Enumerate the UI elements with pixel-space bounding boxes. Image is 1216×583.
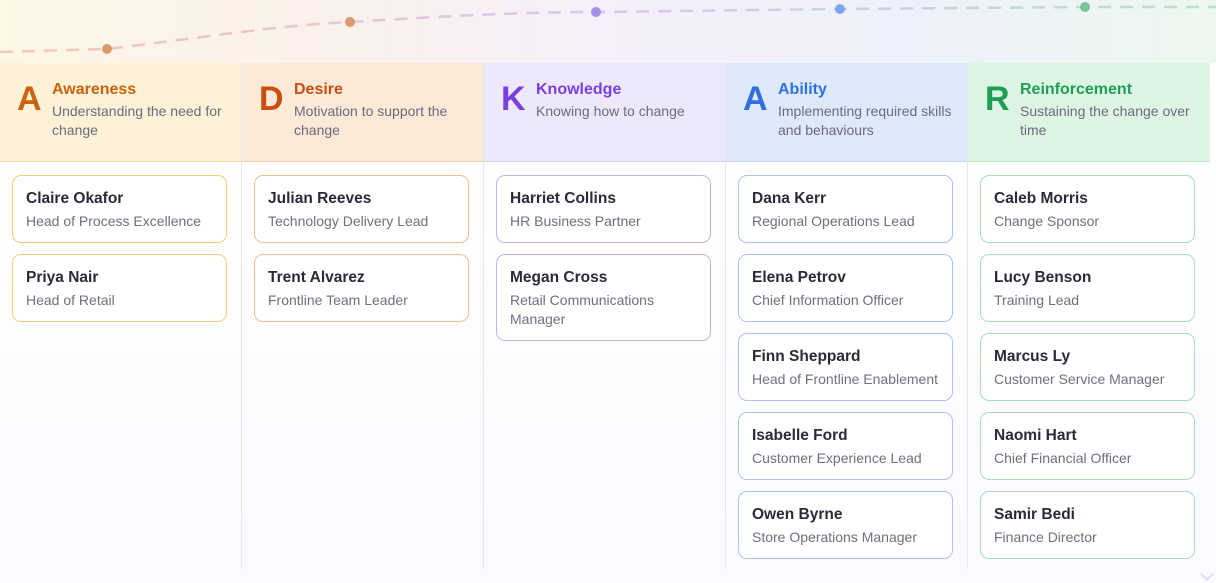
card-list: Julian Reeves Technology Delivery Lead Tre…: [242, 162, 483, 322]
card-list: Dana Kerr Regional Operations Lead Elena P…: [726, 162, 967, 559]
person-role: Technology Delivery Lead: [268, 213, 429, 229]
progress-dot: [102, 44, 112, 54]
card-list: Caleb Morris Change Sponsor Lucy Benson Tra…: [968, 162, 1210, 559]
person-role: Retail Communications Manager: [510, 292, 654, 327]
person-card[interactable]: Finn Sheppard Head of Frontline Enablemen…: [738, 333, 953, 401]
person-card[interactable]: Lucy Benson Training Lead: [980, 254, 1195, 322]
column-reinforcement: R Reinforcement Sustaining the change over…: [968, 63, 1210, 569]
card-list: Harriet Collins HR Business Partner Megan …: [484, 162, 725, 341]
person-name: Trent Alvarez: [268, 269, 365, 286]
column-title: Awareness: [52, 81, 137, 98]
person-name: Priya Nair: [26, 269, 99, 286]
person-role: HR Business Partner: [510, 213, 641, 229]
column-letter: K: [501, 80, 526, 118]
column-description: Implementing required skills and behavio…: [778, 103, 952, 138]
person-card[interactable]: Harriet Collins HR Business Partner: [496, 175, 711, 243]
person-role: Finance Director: [994, 529, 1097, 545]
person-name: Claire Okafor: [26, 190, 124, 207]
person-name: Finn Sheppard: [752, 348, 861, 365]
person-card[interactable]: Elena Petrov Chief Information Officer: [738, 254, 953, 322]
progress-dot: [835, 4, 845, 14]
person-card[interactable]: Priya Nair Head of Retail: [12, 254, 227, 322]
column-letter: R: [985, 80, 1010, 118]
column-meta: Knowledge Knowing how to change: [536, 80, 685, 121]
person-name: Megan Cross: [510, 269, 608, 286]
person-card[interactable]: Marcus Ly Customer Service Manager: [980, 333, 1195, 401]
person-role: Head of Frontline Enablement: [752, 371, 938, 387]
column-meta: Reinforcement Sustaining the change over …: [1020, 80, 1198, 140]
column-header-awareness: A Awareness Understanding the need for cha…: [0, 63, 241, 162]
person-name: Dana Kerr: [752, 190, 827, 207]
person-name: Elena Petrov: [752, 269, 846, 286]
column-header-desire: D Desire Motivation to support the change: [242, 63, 483, 162]
person-role: Customer Service Manager: [994, 371, 1165, 387]
person-role: Regional Operations Lead: [752, 213, 915, 229]
column-header-reinforcement: R Reinforcement Sustaining the change over…: [968, 63, 1210, 162]
person-role: Change Sponsor: [994, 213, 1100, 229]
person-name: Caleb Morris: [994, 190, 1088, 207]
person-card[interactable]: Trent Alvarez Frontline Team Leader: [254, 254, 469, 322]
person-card[interactable]: Samir Bedi Finance Director: [980, 491, 1195, 559]
person-card[interactable]: Owen Byrne Store Operations Manager: [738, 491, 953, 559]
column-description: Understanding the need for change: [52, 103, 222, 138]
column-letter: A: [17, 80, 42, 118]
person-name: Marcus Ly: [994, 348, 1071, 365]
column-desire: D Desire Motivation to support the change J…: [242, 63, 484, 569]
person-card[interactable]: Isabelle Ford Customer Experience Lead: [738, 412, 953, 480]
column-meta: Ability Implementing required skills and …: [778, 80, 955, 140]
column-title: Knowledge: [536, 81, 622, 98]
person-name: Isabelle Ford: [752, 427, 848, 444]
person-name: Owen Byrne: [752, 506, 843, 523]
column-description: Motivation to support the change: [294, 103, 448, 138]
person-name: Naomi Hart: [994, 427, 1077, 444]
person-role: Store Operations Manager: [752, 529, 917, 545]
column-description: Knowing how to change: [536, 103, 685, 119]
progress-dot: [591, 7, 601, 17]
person-card[interactable]: Caleb Morris Change Sponsor: [980, 175, 1195, 243]
column-title: Reinforcement: [1020, 81, 1133, 98]
person-name: Harriet Collins: [510, 190, 616, 207]
column-meta: Awareness Understanding the need for chan…: [52, 80, 229, 140]
progress-dot: [1080, 2, 1090, 12]
person-name: Samir Bedi: [994, 506, 1075, 523]
person-card[interactable]: Megan Cross Retail Communications Manager: [496, 254, 711, 341]
column-knowledge: K Knowledge Knowing how to change Harriet C…: [484, 63, 726, 569]
progress-path: [0, 2, 1216, 54]
column-header-ability: A Ability Implementing required skills and…: [726, 63, 967, 162]
column-ability: A Ability Implementing required skills and…: [726, 63, 968, 569]
column-title: Desire: [294, 81, 343, 98]
person-role: Customer Experience Lead: [752, 450, 922, 466]
person-role: Chief Financial Officer: [994, 450, 1132, 466]
person-name: Lucy Benson: [994, 269, 1092, 286]
person-role: Training Lead: [994, 292, 1080, 308]
column-letter: D: [259, 80, 284, 118]
column-description: Sustaining the change over time: [1020, 103, 1190, 138]
person-role: Frontline Team Leader: [268, 292, 408, 308]
person-role: Head of Process Excellence: [26, 213, 202, 229]
person-card[interactable]: Julian Reeves Technology Delivery Lead: [254, 175, 469, 243]
progress-dot: [345, 17, 355, 27]
adkar-board: A Awareness Understanding the need for cha…: [0, 63, 1216, 583]
person-card[interactable]: Naomi Hart Chief Financial Officer: [980, 412, 1195, 480]
card-list: Claire Okafor Head of Process Excellence P…: [0, 162, 241, 322]
person-name: Julian Reeves: [268, 190, 372, 207]
column-meta: Desire Motivation to support the change: [294, 80, 471, 140]
column-letter: A: [743, 80, 768, 118]
person-card[interactable]: Claire Okafor Head of Process Excellence: [12, 175, 227, 243]
column-awareness: A Awareness Understanding the need for cha…: [0, 63, 242, 569]
progress-band: [0, 0, 1216, 63]
column-title: Ability: [778, 81, 827, 98]
column-header-knowledge: K Knowledge Knowing how to change: [484, 63, 725, 162]
person-card[interactable]: Dana Kerr Regional Operations Lead: [738, 175, 953, 243]
person-role: Chief Information Officer: [752, 292, 904, 308]
person-role: Head of Retail: [26, 292, 115, 308]
